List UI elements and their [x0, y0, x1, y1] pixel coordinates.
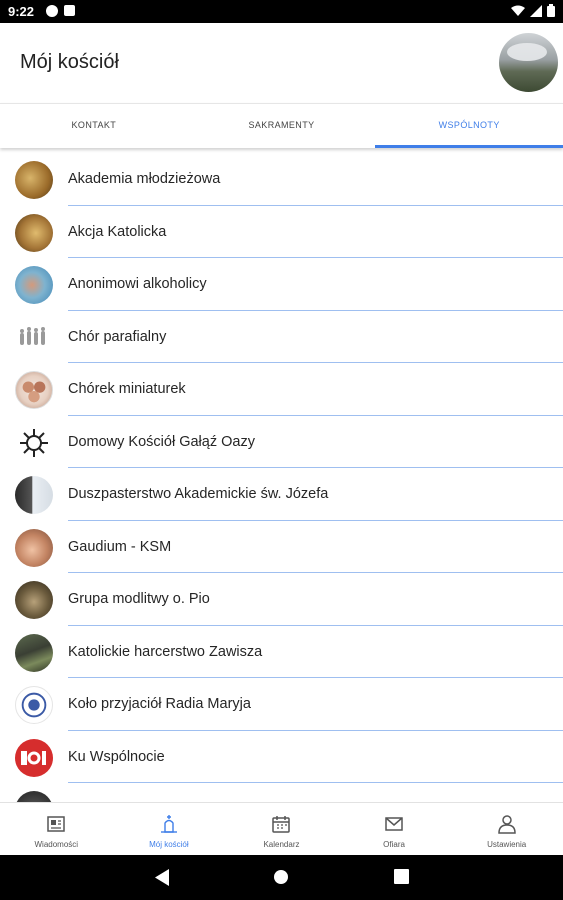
tab-bar: KONTAKT SAKRAMENTY WSPÓLNOTY — [0, 103, 563, 148]
nav-label: Ofiara — [383, 840, 405, 849]
list-item[interactable]: Koło przyjaciół Radia Maryja — [0, 678, 563, 731]
list-item[interactable]: Grupa modlitwy o. Pio — [0, 573, 563, 626]
list-item-label: Gaudium - KSM — [68, 538, 172, 555]
nav-label: Ustawienia — [487, 840, 527, 849]
list-item-label: Grupa modlitwy o. Pio — [68, 591, 210, 607]
nav-item-news[interactable]: Wiadomości — [0, 803, 113, 855]
wifi-icon — [511, 5, 525, 16]
list-item[interactable]: Akcja Katolicka — [0, 206, 563, 258]
system-nav-bar — [0, 855, 563, 900]
ku-wspolnocie-logo-icon — [15, 738, 53, 777]
news-icon — [47, 816, 66, 832]
status-time: 9:22 — [8, 4, 35, 19]
mail-icon — [385, 817, 403, 831]
battery-icon — [547, 4, 555, 17]
group-photo-icon — [15, 791, 53, 802]
church-photo-avatar[interactable] — [499, 33, 558, 92]
community-list: Akademia młodzieżowa Akcja Katolicka Ano… — [0, 153, 563, 802]
back-icon[interactable] — [155, 869, 171, 886]
choir-icon — [15, 318, 53, 357]
nav-item-offering[interactable]: Ofiara — [338, 803, 451, 855]
home-icon[interactable] — [273, 869, 289, 885]
list-item-label: Katolickie harcerstwo Zawisza — [68, 643, 263, 660]
list-item[interactable]: Akademia młodzieżowa — [0, 153, 563, 206]
list-item-label: Chórek miniaturek — [68, 381, 186, 397]
group-photo-icon — [15, 266, 53, 304]
list-item-label: Akademia młodzieżowa — [68, 171, 221, 187]
radio-maryja-logo-icon — [15, 686, 53, 724]
list-item[interactable]: Ku Wspólnocie — [0, 731, 563, 783]
tab-wspolnoty[interactable]: WSPÓLNOTY — [375, 104, 563, 148]
list-item-label: Duszpasterstwo Akademickie św. Józefa — [68, 486, 329, 502]
group-photo-icon — [15, 161, 53, 199]
tab-sakramenty[interactable]: SAKRAMENTY — [188, 104, 376, 148]
group-photo-icon — [15, 476, 53, 514]
notification-icon — [64, 5, 75, 16]
nav-item-church[interactable]: Mój kościół — [113, 803, 226, 855]
tab-kontakt[interactable]: KONTAKT — [0, 104, 188, 148]
list-item-label: Ku Wspólnocie — [68, 748, 165, 765]
list-item-label: Anonimowi alkoholicy — [68, 276, 207, 292]
calendar-icon — [272, 816, 291, 833]
oaza-logo-icon — [15, 423, 53, 462]
nav-item-settings[interactable]: Ustawienia — [450, 803, 563, 855]
status-bar: 9:22 — [0, 0, 563, 23]
group-photo-icon — [15, 213, 53, 252]
list-item[interactable]: Gaudium - KSM — [0, 521, 563, 573]
list-item[interactable]: Domowy Kościół Gałąź Oazy — [0, 416, 563, 468]
app-bar: Mój kościół — [0, 23, 563, 103]
list-item-label: Akcja Katolicka — [68, 223, 167, 240]
page-title: Mój kościół — [20, 51, 119, 73]
recents-icon[interactable] — [394, 869, 409, 884]
kids-choir-icon — [15, 371, 53, 409]
list-item-label: Domowy Kościół Gałąź Oazy — [68, 433, 255, 450]
avatar-cloud-shape — [507, 43, 547, 61]
list-item-partial[interactable] — [0, 783, 563, 802]
notification-icon — [46, 5, 58, 17]
list-item[interactable]: Anonimowi alkoholicy — [0, 258, 563, 311]
group-photo-icon — [15, 581, 53, 619]
nav-label: Mój kościół — [149, 840, 189, 849]
list-item-label: Chór parafialny — [68, 328, 167, 345]
list-item[interactable]: Chórek miniaturek — [0, 363, 563, 416]
bottom-nav: Wiadomości Mój kościół Kalendarz Ofiara … — [0, 802, 563, 855]
group-photo-icon — [15, 633, 53, 672]
group-photo-icon — [15, 528, 53, 567]
notification-icons — [46, 5, 75, 17]
church-icon — [160, 815, 177, 833]
list-item[interactable]: Chór parafialny — [0, 311, 563, 363]
cellular-icon — [530, 4, 542, 17]
nav-item-calendar[interactable]: Kalendarz — [225, 803, 338, 855]
nav-label: Wiadomości — [34, 840, 79, 849]
list-item[interactable]: Duszpasterstwo Akademickie św. Józefa — [0, 468, 563, 521]
list-item[interactable]: Katolickie harcerstwo Zawisza — [0, 626, 563, 678]
system-status-icons — [511, 4, 555, 17]
nav-label: Kalendarz — [263, 840, 300, 849]
person-icon — [497, 815, 516, 834]
list-item-label: Koło przyjaciół Radia Maryja — [68, 696, 251, 712]
